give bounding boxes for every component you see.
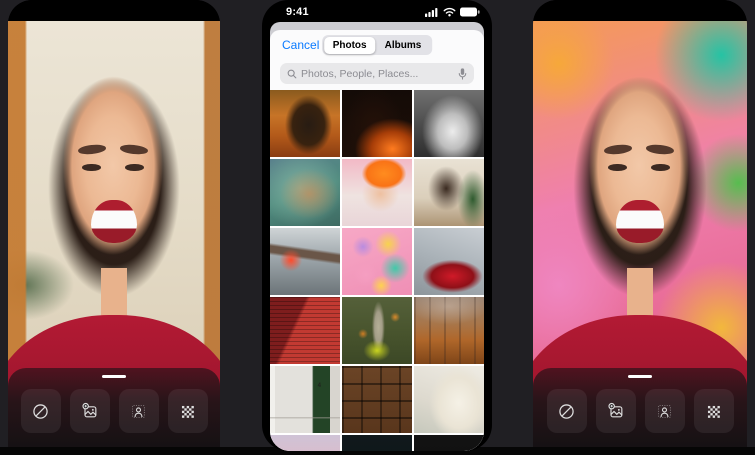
knit-blanket-chair[interactable] [414,366,484,433]
wedding-bride-bw[interactable] [414,90,484,157]
white-window-green-door[interactable]: 4 [270,366,340,433]
person-segmentation-icon [129,402,148,421]
portrait-smile [91,200,138,243]
pink-sunset-partial[interactable] [270,435,340,451]
phone-left [8,0,220,447]
phone-right [533,0,747,447]
portrait-neck [627,268,653,319]
christmas-living-room[interactable] [414,159,484,226]
red-motorcycle[interactable] [414,228,484,295]
slash-circle-icon [31,402,50,421]
microphone-icon[interactable] [458,68,467,80]
effects-toolbar [8,368,220,447]
photos-albums-segmented-control: Photos Albums [322,35,432,55]
person-cutout-button[interactable] [645,389,685,433]
portrait-neck [101,268,126,319]
phone-middle: 9:41 [262,0,492,451]
search-field[interactable]: Photos, People, Places... [280,63,474,84]
photo-add-icon [606,401,626,421]
door-number-label: 4 [318,383,321,389]
autumn-leaves-path[interactable] [414,297,484,364]
wifi-icon [443,7,456,17]
search-icon [287,69,297,79]
picker-header: Cancel Photos Albums [270,30,484,56]
dachshund-autumn-leaves[interactable] [270,90,340,157]
dark-cabinet-partial[interactable] [342,435,412,451]
firelight-silhouette[interactable] [342,90,412,157]
status-icons [425,7,480,17]
portrait-smile [616,200,663,243]
person-segmentation-icon [655,402,674,421]
photo-background-button[interactable] [596,389,636,433]
aerial-forest-road[interactable] [342,297,412,364]
pastel-balloons[interactable] [342,228,412,295]
no-background-button[interactable] [21,389,61,433]
photo-grid: 4 [270,90,484,451]
street-traffic-lights[interactable] [270,228,340,295]
pattern-background-button[interactable] [694,389,734,433]
red-corrugated-wall[interactable] [270,297,340,364]
status-bar-area [8,0,220,21]
slash-circle-icon [557,402,576,421]
sheet-drag-handle[interactable] [102,375,126,378]
tab-albums[interactable]: Albums [376,37,431,54]
girl-orange-beanie[interactable] [342,159,412,226]
status-time: 9:41 [286,6,309,18]
pattern-background-button[interactable] [168,389,208,433]
no-background-button[interactable] [547,389,587,433]
effects-toolbar-buttons [533,389,747,433]
cellular-signal-icon [425,7,439,17]
status-bar-area [533,0,747,21]
effects-toolbar [533,368,747,447]
letterpress-cabinet[interactable] [342,366,412,433]
cancel-button[interactable]: Cancel [282,38,319,52]
effects-toolbar-buttons [8,389,220,433]
dark-frame-partial[interactable] [414,435,484,451]
checkerboard-icon [704,402,723,421]
battery-icon [460,7,480,17]
sheet-drag-handle[interactable] [628,375,652,378]
photo-add-icon [80,401,100,421]
person-cutout-button[interactable] [119,389,159,433]
photo-background-button[interactable] [70,389,110,433]
tab-photos[interactable]: Photos [324,37,376,54]
mockup-canvas: 9:41 [0,0,755,455]
photo-picker-sheet: Cancel Photos Albums Photos, People, Pla… [270,30,484,451]
blurred-globe[interactable] [270,159,340,226]
portrait-eye [125,164,144,172]
search-placeholder: Photos, People, Places... [301,68,458,80]
checkerboard-icon [178,402,197,421]
